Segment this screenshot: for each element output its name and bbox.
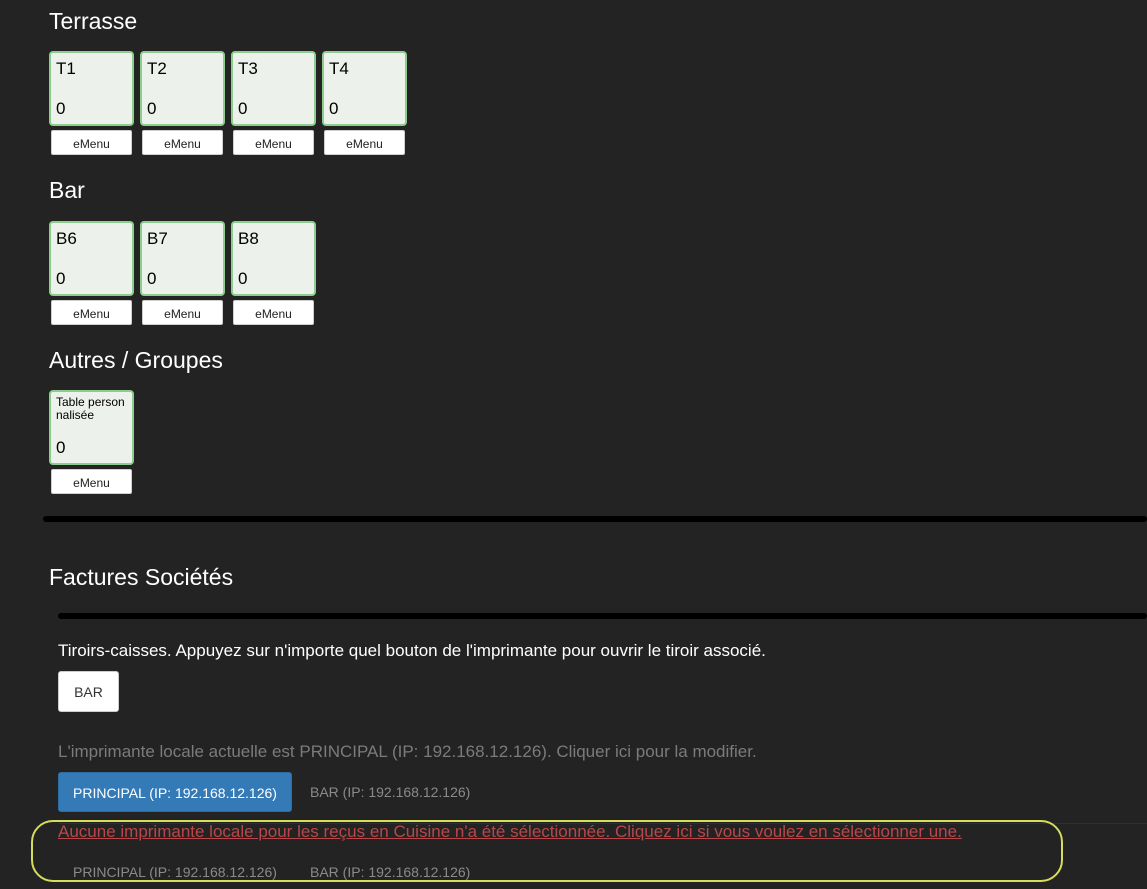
open-drawer-bar-button[interactable]: BAR	[58, 671, 119, 712]
section-title-autres-groupes: Autres / Groupes	[49, 347, 223, 373]
table-name: B8	[238, 229, 259, 248]
emenu-button-b6[interactable]: eMenu	[51, 300, 132, 325]
section-title-terrasse: Terrasse	[49, 8, 138, 34]
table-name: T3	[238, 59, 258, 78]
local-printer-bar-button[interactable]: BAR (IP: 192.168.12.126)	[310, 782, 470, 802]
table-group-terrasse: T1 0 eMenu T2 0 eMenu T3 0 eMenu T4 0 eM…	[49, 51, 413, 155]
table-count: 0	[238, 99, 248, 118]
table-count: 0	[329, 99, 339, 118]
table-name: T4	[329, 59, 349, 78]
table-name: B6	[56, 229, 77, 248]
table-count: 0	[147, 99, 157, 118]
kitchen-printer-warning-link[interactable]: Aucune imprimante locale pour les reçus …	[58, 822, 962, 842]
section-title-factures: Factures Sociétés	[49, 564, 234, 590]
emenu-button-b7[interactable]: eMenu	[142, 300, 223, 325]
table-name: B7	[147, 229, 168, 248]
table-count: 0	[238, 269, 248, 288]
table-tile-b7[interactable]: B7 0	[140, 221, 225, 296]
emenu-button-b8[interactable]: eMenu	[233, 300, 314, 325]
table-tile-t3[interactable]: T3 0	[231, 51, 316, 126]
section-divider	[43, 516, 1147, 522]
table-count: 0	[56, 99, 66, 118]
table-name: T1	[56, 59, 76, 78]
table-tile-t2[interactable]: T2 0	[140, 51, 225, 126]
section-divider	[58, 613, 1147, 619]
cash-drawers-text: Tiroirs-caisses. Appuyez sur n'importe q…	[58, 641, 766, 660]
kitchen-printer-bar-button[interactable]: BAR (IP: 192.168.12.126)	[310, 862, 470, 882]
table-tile-b6[interactable]: B6 0	[49, 221, 134, 296]
table-count: 0	[56, 269, 66, 288]
emenu-button-t3[interactable]: eMenu	[233, 130, 314, 155]
emenu-button-t1[interactable]: eMenu	[51, 130, 132, 155]
table-tile-t1[interactable]: T1 0	[49, 51, 134, 126]
table-tile-t4[interactable]: T4 0	[322, 51, 407, 126]
table-name: T2	[147, 59, 167, 78]
emenu-button-t4[interactable]: eMenu	[324, 130, 405, 155]
table-tile-b8[interactable]: B8 0	[231, 221, 316, 296]
table-name: Table personnalisée	[56, 395, 125, 422]
emenu-button-t2[interactable]: eMenu	[142, 130, 223, 155]
local-printer-principal-button[interactable]: PRINCIPAL (IP: 192.168.12.126)	[58, 772, 292, 812]
table-count: 0	[147, 269, 157, 288]
table-count: 0	[56, 438, 66, 457]
local-printer-text[interactable]: L'imprimante locale actuelle est PRINCIP…	[58, 742, 757, 762]
table-tile-custom[interactable]: Table personnalisée 0	[49, 390, 134, 465]
section-title-bar: Bar	[49, 177, 85, 203]
kitchen-printer-principal-button[interactable]: PRINCIPAL (IP: 192.168.12.126)	[73, 862, 277, 882]
table-group-autres: Table personnalisée 0 eMenu	[49, 390, 140, 494]
emenu-button-custom[interactable]: eMenu	[51, 469, 132, 494]
table-group-bar: B6 0 eMenu B7 0 eMenu B8 0 eMenu	[49, 221, 322, 325]
